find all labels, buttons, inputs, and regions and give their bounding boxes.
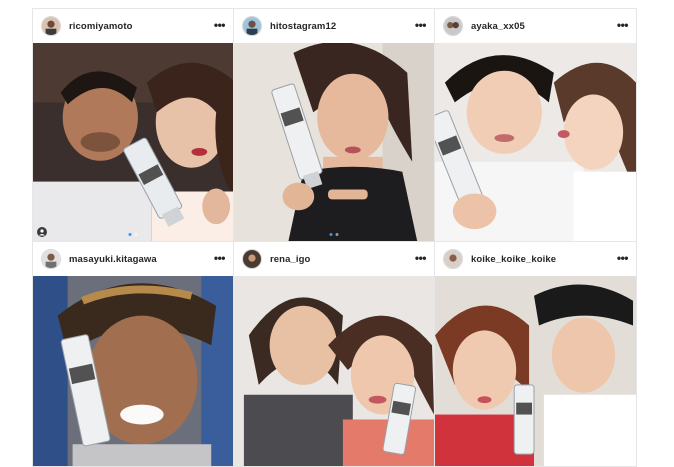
avatar[interactable] bbox=[41, 249, 61, 269]
avatar[interactable] bbox=[242, 249, 262, 269]
post-card-1: ricomiyamoto ••• bbox=[32, 8, 234, 242]
more-options-icon[interactable]: ••• bbox=[415, 251, 427, 265]
post-username[interactable]: ricomiyamoto bbox=[69, 21, 133, 32]
post-header: masayuki.kitagawa ••• bbox=[33, 242, 233, 276]
post-photo[interactable] bbox=[234, 276, 434, 466]
post-card-4: masayuki.kitagawa ••• bbox=[32, 241, 234, 467]
carousel-indicator bbox=[128, 233, 138, 236]
post-header: hitostagram12 ••• bbox=[234, 9, 434, 43]
post-username[interactable]: masayuki.kitagawa bbox=[69, 254, 157, 265]
post-card-2: hitostagram12 ••• bbox=[233, 8, 435, 242]
post-username[interactable]: rena_igo bbox=[270, 254, 310, 265]
post-header: ayaka_xx05 ••• bbox=[435, 9, 636, 43]
carousel-dot bbox=[134, 233, 138, 236]
user-tag-icon[interactable] bbox=[37, 227, 47, 237]
post-username[interactable]: hitostagram12 bbox=[270, 21, 336, 32]
post-card-5: rena_igo ••• bbox=[233, 241, 435, 467]
post-header: koike_koike_koike ••• bbox=[435, 242, 636, 276]
more-options-icon[interactable]: ••• bbox=[214, 18, 226, 32]
post-username[interactable]: ayaka_xx05 bbox=[471, 21, 525, 32]
more-options-icon[interactable]: ••• bbox=[214, 251, 226, 265]
post-username[interactable]: koike_koike_koike bbox=[471, 254, 556, 265]
post-photo[interactable] bbox=[435, 276, 636, 466]
more-options-icon[interactable]: ••• bbox=[617, 251, 629, 265]
instagram-post-grid: ricomiyamoto ••• hitostagram12 ••• ayaka… bbox=[32, 8, 637, 467]
avatar[interactable] bbox=[443, 249, 463, 269]
carousel-dot bbox=[335, 233, 339, 236]
carousel-dot bbox=[329, 233, 333, 236]
post-card-6: koike_koike_koike ••• bbox=[434, 241, 637, 467]
post-card-3: ayaka_xx05 ••• bbox=[434, 8, 637, 242]
avatar[interactable] bbox=[242, 16, 262, 36]
more-options-icon[interactable]: ••• bbox=[415, 18, 427, 32]
post-photo[interactable] bbox=[33, 43, 233, 241]
post-photo[interactable] bbox=[234, 43, 434, 241]
carousel-dot bbox=[128, 233, 132, 236]
more-options-icon[interactable]: ••• bbox=[617, 18, 629, 32]
avatar[interactable] bbox=[41, 16, 61, 36]
avatar[interactable] bbox=[443, 16, 463, 36]
post-photo[interactable] bbox=[435, 43, 636, 241]
post-photo[interactable] bbox=[33, 276, 233, 466]
post-header: rena_igo ••• bbox=[234, 242, 434, 276]
carousel-indicator bbox=[329, 233, 339, 236]
post-header: ricomiyamoto ••• bbox=[33, 9, 233, 43]
